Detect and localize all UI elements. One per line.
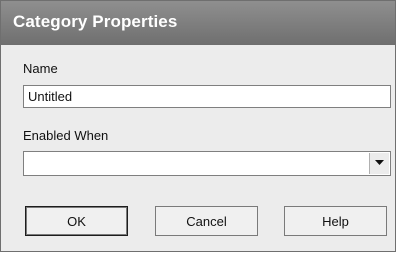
category-properties-dialog: Category Properties Name Untitled Enable… [0, 0, 396, 252]
name-label: Name [23, 61, 58, 76]
ok-button[interactable]: OK [25, 206, 128, 236]
dialog-title: Category Properties [13, 12, 178, 31]
cancel-button[interactable]: Cancel [155, 206, 258, 236]
chevron-down-icon [375, 160, 384, 165]
help-button[interactable]: Help [284, 206, 387, 236]
title-bar[interactable]: Category Properties [1, 1, 395, 45]
enabled-when-label: Enabled When [23, 128, 109, 143]
enabled-when-dropdown[interactable] [23, 151, 391, 176]
dropdown-arrow-button[interactable] [369, 153, 389, 174]
name-input[interactable]: Untitled [23, 85, 391, 108]
